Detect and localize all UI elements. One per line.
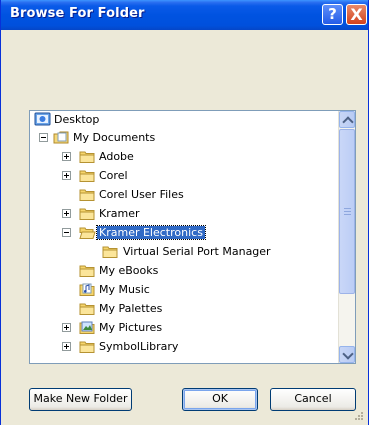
ok-label: OK [212,392,228,405]
collapse-icon[interactable] [62,228,71,237]
tree-item-my-music[interactable]: My Music [30,281,338,299]
expand-icon[interactable] [62,323,71,332]
tree-item-label: My eBooks [99,264,159,277]
cancel-label: Cancel [294,392,332,405]
folder-icon [79,189,95,201]
expand-icon[interactable] [62,152,71,161]
window-title: Browse For Folder [10,6,145,21]
close-icon: X [350,5,363,24]
folder-icon [79,303,95,315]
scroll-down-button[interactable] [339,346,355,363]
tree-item-label: My Palettes [99,302,163,315]
tree-item-my-pictures[interactable]: My Pictures [30,319,338,337]
expand-icon[interactable] [62,342,71,351]
tree-item-adobe[interactable]: Adobe [30,148,338,166]
music-folder-icon [79,283,95,296]
folder-icon [79,208,95,220]
folder-icon [79,170,95,182]
my-documents-icon [53,131,69,144]
tree-item-label: Corel User Files [99,188,184,201]
collapse-icon[interactable] [39,133,48,142]
tree-item-virtual-serial-port-manager[interactable]: Virtual Serial Port Manager [30,243,338,261]
scroll-up-button[interactable] [339,111,355,128]
tree-item-label: My Pictures [99,321,163,334]
tree-item-kramer-electronics[interactable]: Kramer Electronics [30,224,338,242]
tree-item-corel[interactable]: Corel [30,167,338,185]
folder-tree[interactable]: Desktop My Documents Adobe Corel Corel U… [29,110,356,364]
vertical-scrollbar[interactable] [338,111,355,363]
resize-grip-icon[interactable] [354,411,364,421]
grip-line [344,214,351,215]
help-button[interactable]: ? [322,4,343,25]
folder-open-icon [79,227,96,239]
make-new-folder-button[interactable]: Make New Folder [29,388,132,411]
pictures-folder-icon [79,321,95,334]
tree-item-my-ebooks[interactable]: My eBooks [30,262,338,280]
tree-item-label: My Music [99,283,150,296]
tree-item-label: My Documents [73,131,156,144]
expand-icon[interactable] [62,209,71,218]
tree-item-label: Corel [99,169,128,182]
grip-line [344,211,351,212]
folder-icon [79,341,95,353]
browse-for-folder-dialog: Browse For Folder ? X Desktop My Documen… [0,0,369,425]
folder-icon [79,151,95,163]
desktop-icon [34,112,51,126]
tree-item-my-documents[interactable]: My Documents [30,129,338,147]
tree-item-my-palettes[interactable]: My Palettes [30,300,338,318]
tree-item-label: SymbolLibrary [99,340,179,353]
tree-item-symbollibrary[interactable]: SymbolLibrary [30,338,338,356]
tree-item-corel-user-files[interactable]: Corel User Files [30,186,338,204]
grip-line [344,208,351,209]
title-bar[interactable]: Browse For Folder ? X [1,0,368,30]
tree-item-desktop[interactable]: Desktop [30,111,338,129]
tree-item-kramer[interactable]: Kramer [30,205,338,223]
tree-item-label: Kramer [99,207,140,220]
folder-icon [79,265,95,277]
cancel-button[interactable]: Cancel [270,388,356,411]
close-button[interactable]: X [346,4,367,25]
tree-item-label: Virtual Serial Port Manager [123,245,271,258]
tree-item-label: Adobe [99,150,134,163]
scroll-thumb[interactable] [339,129,355,294]
ok-button[interactable]: OK [182,388,258,411]
help-icon: ? [328,5,337,23]
make-new-folder-label: Make New Folder [33,392,128,405]
tree-item-label: Desktop [54,113,100,126]
tree-item-label: Kramer Electronics [96,225,206,240]
folder-icon [102,246,118,258]
expand-icon[interactable] [62,171,71,180]
